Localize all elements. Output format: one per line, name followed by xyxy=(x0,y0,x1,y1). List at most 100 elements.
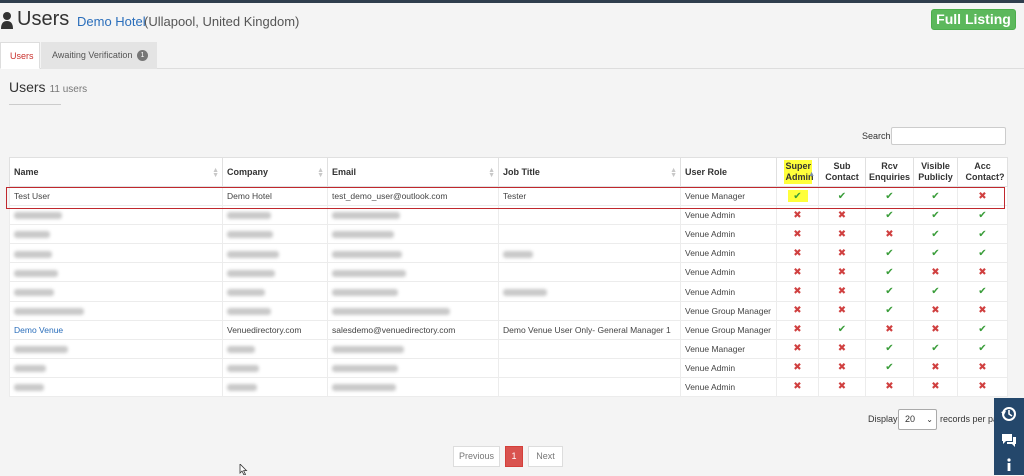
tab-awaiting-verification[interactable]: Awaiting Verification 1 xyxy=(41,42,157,69)
table-row[interactable]: Venue Admin ✖ ✖ ✖ ✖ ✖ xyxy=(9,376,1008,398)
col-header-super-admin[interactable]: Super Admin ▲ xyxy=(776,157,819,187)
search-input[interactable] xyxy=(891,127,1006,145)
table-row[interactable]: Venue Admin ✖ ✖ ✔ ✔ ✔ xyxy=(9,243,1008,264)
col-header-visible-publicly[interactable]: Visible Publicly xyxy=(913,157,958,187)
cell-acc-contact[interactable]: ✔ xyxy=(957,224,1008,245)
cell-rcv-enquiries[interactable]: ✔ xyxy=(865,262,914,283)
table-row[interactable]: Venue Admin ✖ ✖ ✔ ✔ ✔ xyxy=(9,281,1008,302)
col-header-job-title[interactable]: Job Title ▲ ▼ xyxy=(498,157,681,187)
cell-visible-publicly[interactable]: ✖ xyxy=(913,300,958,321)
table-row[interactable]: Venue Admin ✖ ✖ ✔ ✔ ✔ xyxy=(9,205,1008,226)
cell-visible-publicly[interactable]: ✔ xyxy=(913,205,958,226)
cell-name-text[interactable]: Demo Venue xyxy=(14,325,63,335)
chat-icon[interactable] xyxy=(1001,432,1017,448)
table-row[interactable]: Test User Demo Hotel test_demo_user@outloo… xyxy=(9,185,1008,207)
hotel-location: (Ullapool, United Kingdom) xyxy=(144,14,300,29)
cell-job xyxy=(498,205,681,226)
cell-visible-publicly[interactable]: ✔ xyxy=(913,224,958,245)
cell-rcv-enquiries[interactable]: ✖ xyxy=(865,319,914,340)
cell-job xyxy=(498,376,681,398)
cell-acc-contact[interactable]: ✖ xyxy=(957,262,1008,283)
cell-super-admin[interactable]: ✖ xyxy=(776,262,819,283)
cell-visible-publicly[interactable]: ✔ xyxy=(913,243,958,264)
col-header-name[interactable]: Name ▲ ▼ xyxy=(9,157,223,187)
cell-company xyxy=(222,224,328,245)
cell-sub-contact[interactable]: ✖ xyxy=(818,300,866,321)
cell-acc-contact[interactable]: ✔ xyxy=(957,243,1008,264)
cell-acc-contact[interactable]: ✖ xyxy=(957,185,1008,207)
cell-sub-contact[interactable]: ✖ xyxy=(818,281,866,302)
cell-super-admin[interactable]: ✖ xyxy=(776,224,819,245)
cell-super-admin[interactable]: ✖ xyxy=(776,205,819,226)
cell-acc-contact[interactable]: ✖ xyxy=(957,300,1008,321)
cell-super-admin[interactable]: ✔ xyxy=(776,185,819,207)
table-row[interactable]: Venue Manager ✖ ✖ ✔ ✔ ✔ xyxy=(9,338,1008,359)
cell-rcv-enquiries[interactable]: ✔ xyxy=(865,243,914,264)
check-icon: ✔ xyxy=(931,190,940,202)
cell-super-admin[interactable]: ✖ xyxy=(776,357,819,378)
table-row[interactable]: Venue Admin ✖ ✖ ✔ ✖ ✖ xyxy=(9,262,1008,283)
cell-job xyxy=(498,243,681,264)
cell-super-admin[interactable]: ✖ xyxy=(776,319,819,340)
col-header-company[interactable]: Company ▲ ▼ xyxy=(222,157,328,187)
col-header-email[interactable]: Email ▲ ▼ xyxy=(327,157,499,187)
cell-sub-contact[interactable]: ✖ xyxy=(818,205,866,226)
next-page-button[interactable]: Next xyxy=(528,446,563,467)
cell-super-admin[interactable]: ✖ xyxy=(776,281,819,302)
table-row[interactable]: Venue Admin ✖ ✖ ✔ ✖ ✖ xyxy=(9,357,1008,378)
cell-visible-publicly[interactable]: ✔ xyxy=(913,281,958,302)
redacted-text xyxy=(227,288,265,296)
cell-rcv-enquiries[interactable]: ✔ xyxy=(865,357,914,378)
cell-super-admin[interactable]: ✖ xyxy=(776,243,819,264)
cell-sub-contact[interactable]: ✖ xyxy=(818,338,866,359)
col-header-rcv-enquiries[interactable]: Rcv Enquiries xyxy=(865,157,914,187)
cell-sub-contact[interactable]: ✔ xyxy=(818,319,866,340)
cell-rcv-enquiries[interactable]: ✔ xyxy=(865,281,914,302)
previous-page-button[interactable]: Previous xyxy=(453,446,500,467)
cell-visible-publicly[interactable]: ✖ xyxy=(913,376,958,398)
cell-sub-contact[interactable]: ✖ xyxy=(818,357,866,378)
table-row[interactable]: Venue Admin ✖ ✖ ✖ ✔ ✔ xyxy=(9,224,1008,245)
cell-rcv-enquiries[interactable]: ✖ xyxy=(865,224,914,245)
cell-sub-contact[interactable]: ✔ xyxy=(818,185,866,207)
table-row[interactable]: Demo Venue Venuedirectory.com salesdemo@ve… xyxy=(9,319,1008,340)
col-header-user-role[interactable]: User Role xyxy=(680,157,777,187)
cell-visible-publicly[interactable]: ✖ xyxy=(913,319,958,340)
cell-acc-contact[interactable]: ✔ xyxy=(957,205,1008,226)
cell-rcv-enquiries[interactable]: ✔ xyxy=(865,185,914,207)
history-icon[interactable] xyxy=(1001,406,1017,422)
cell-super-admin[interactable]: ✖ xyxy=(776,338,819,359)
cell-acc-contact[interactable]: ✔ xyxy=(957,338,1008,359)
col-header-acc-contact[interactable]: Acc Contact? xyxy=(957,157,1008,187)
cell-acc-contact[interactable]: ✔ xyxy=(957,281,1008,302)
check-icon: ✔ xyxy=(978,343,987,355)
cell-visible-publicly[interactable]: ✔ xyxy=(913,338,958,359)
table-row[interactable]: Venue Group Manager ✖ ✖ ✔ ✖ ✖ xyxy=(9,300,1008,321)
cell-rcv-enquiries[interactable]: ✔ xyxy=(865,205,914,226)
hotel-name-link[interactable]: Demo Hotel xyxy=(77,14,146,29)
cell-rcv-enquiries[interactable]: ✔ xyxy=(865,338,914,359)
cell-acc-contact[interactable]: ✖ xyxy=(957,376,1008,398)
cell-sub-contact[interactable]: ✖ xyxy=(818,224,866,245)
cell-super-admin[interactable]: ✖ xyxy=(776,376,819,398)
cell-sub-contact[interactable]: ✖ xyxy=(818,376,866,398)
cell-visible-publicly[interactable]: ✖ xyxy=(913,357,958,378)
check-icon: ✔ xyxy=(885,209,894,221)
cell-sub-contact[interactable]: ✖ xyxy=(818,243,866,264)
cell-super-admin[interactable]: ✖ xyxy=(776,300,819,321)
tab-users[interactable]: Users xyxy=(0,42,40,69)
cell-acc-contact[interactable]: ✖ xyxy=(957,357,1008,378)
check-icon: ✔ xyxy=(885,286,894,298)
cell-role-text: Venue Admin xyxy=(685,248,736,259)
info-icon[interactable] xyxy=(1001,456,1017,472)
cell-rcv-enquiries[interactable]: ✔ xyxy=(865,300,914,321)
cell-visible-publicly[interactable]: ✖ xyxy=(913,262,958,283)
page-1-button[interactable]: 1 xyxy=(505,446,523,467)
full-listing-button[interactable]: Full Listing xyxy=(931,9,1016,30)
page-size-select[interactable]: 20 ⌄ xyxy=(898,409,937,430)
cell-visible-publicly[interactable]: ✔ xyxy=(913,185,958,207)
col-header-sub-contact[interactable]: Sub Contact xyxy=(818,157,866,187)
cell-rcv-enquiries[interactable]: ✖ xyxy=(865,376,914,398)
cell-sub-contact[interactable]: ✖ xyxy=(818,262,866,283)
cell-acc-contact[interactable]: ✔ xyxy=(957,319,1008,340)
